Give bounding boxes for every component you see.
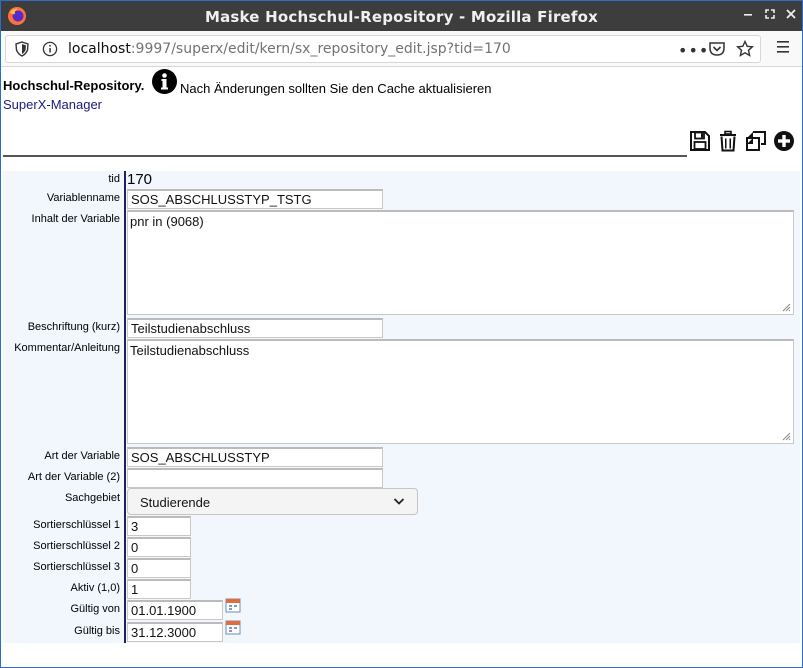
info-icon[interactable] [151, 68, 178, 95]
superx-manager-link[interactable]: SuperX-Manager [3, 97, 102, 112]
label-art: Art der Variable [44, 450, 120, 462]
chevron-down-icon [393, 498, 405, 505]
navigation-bar: localhost:9997/superx/edit/kern/sx_repos… [1, 31, 802, 67]
resize-grip-icon[interactable] [782, 432, 791, 441]
browser-window: Maske Hochschul-Repository - Mozilla Fir… [0, 0, 803, 668]
bookmark-star-icon[interactable] [736, 40, 754, 58]
gueltig-bis-input[interactable]: 31.12.3000 [127, 622, 223, 642]
save-icon[interactable] [689, 130, 711, 152]
label-tid: tid [108, 173, 120, 185]
site-info-icon[interactable] [42, 41, 58, 57]
calendar-icon[interactable] [225, 619, 241, 635]
resize-grip-icon[interactable] [782, 303, 791, 312]
title-bar: Maske Hochschul-Repository - Mozilla Fir… [1, 1, 802, 31]
delete-icon[interactable] [717, 130, 739, 152]
variablenname-input[interactable]: SOS_ABSCHLUSSTYP_TSTG [127, 189, 383, 209]
label-beschriftung: Beschriftung (kurz) [27, 321, 120, 333]
url-text[interactable]: localhost:9997/superx/edit/kern/sx_repos… [68, 41, 511, 57]
label-sort1: Sortierschlüssel 1 [33, 519, 120, 531]
beschriftung-input[interactable]: Teilstudienabschluss [127, 318, 383, 338]
label-inhalt: Inhalt der Variable [31, 213, 120, 225]
minimize-icon[interactable] [739, 7, 757, 25]
label-aktiv: Aktiv (1,0) [70, 582, 120, 594]
aktiv-input[interactable]: 1 [127, 579, 191, 599]
inhalt-textarea[interactable]: pnr in (9068) [127, 210, 794, 315]
label-sort2: Sortierschlüssel 2 [33, 540, 120, 552]
url-bar[interactable]: localhost:9997/superx/edit/kern/sx_repos… [5, 35, 761, 63]
calendar-icon[interactable] [225, 597, 241, 613]
page-actions-icon[interactable]: ••• [678, 41, 709, 60]
sort3-input[interactable]: 0 [127, 558, 191, 578]
sachgebiet-select[interactable]: Studierende [127, 488, 418, 515]
tracking-shield-icon[interactable] [14, 41, 30, 57]
kommentar-text: Teilstudienabschluss [130, 343, 250, 358]
sort2-input[interactable]: 0 [127, 537, 191, 557]
label-kommentar: Kommentar/Anleitung [14, 342, 120, 354]
gueltig-von-input[interactable]: 01.01.1900 [127, 600, 223, 620]
window-title: Maske Hochschul-Repository - Mozilla Fir… [204, 8, 599, 26]
close-icon[interactable] [782, 7, 800, 25]
kommentar-textarea[interactable]: Teilstudienabschluss [127, 339, 794, 444]
art-input[interactable]: SOS_ABSCHLUSSTYP [127, 447, 383, 467]
label-art2: Art der Variable (2) [27, 471, 120, 483]
cache-hint: Nach Änderungen sollten Sie den Cache ak… [180, 81, 492, 96]
label-sachgebiet: Sachgebiet [64, 492, 120, 504]
pocket-icon[interactable] [708, 41, 726, 57]
page-content: Hochschul-Repository. Nach Änderungen so… [1, 68, 802, 667]
maximize-icon[interactable] [761, 7, 779, 25]
sort1-input[interactable]: 3 [127, 516, 191, 536]
label-variablenname: Variablenname [46, 192, 120, 204]
form-divider [124, 171, 126, 643]
header-divider [3, 155, 687, 157]
art2-input[interactable] [127, 468, 383, 488]
url-path: :9997/superx/edit/kern/sx_repository_edi… [130, 41, 511, 57]
add-icon[interactable] [773, 130, 795, 152]
sachgebiet-value: Studierende [140, 495, 211, 510]
page-title: Hochschul-Repository. [3, 78, 145, 93]
label-sort3: Sortierschlüssel 3 [33, 561, 120, 573]
label-gueltig-von: Gültig von [70, 603, 120, 615]
copy-icon[interactable] [745, 130, 767, 152]
hamburger-menu-icon[interactable] [775, 40, 791, 54]
tid-value: 170 [127, 171, 153, 188]
url-host: localhost [68, 41, 131, 57]
edit-form: tid 170 Variablenname SOS_ABSCHLUSSTYP_T… [3, 171, 800, 643]
label-gueltig-bis: Gültig bis [74, 625, 120, 637]
inhalt-text: pnr in (9068) [130, 214, 204, 229]
